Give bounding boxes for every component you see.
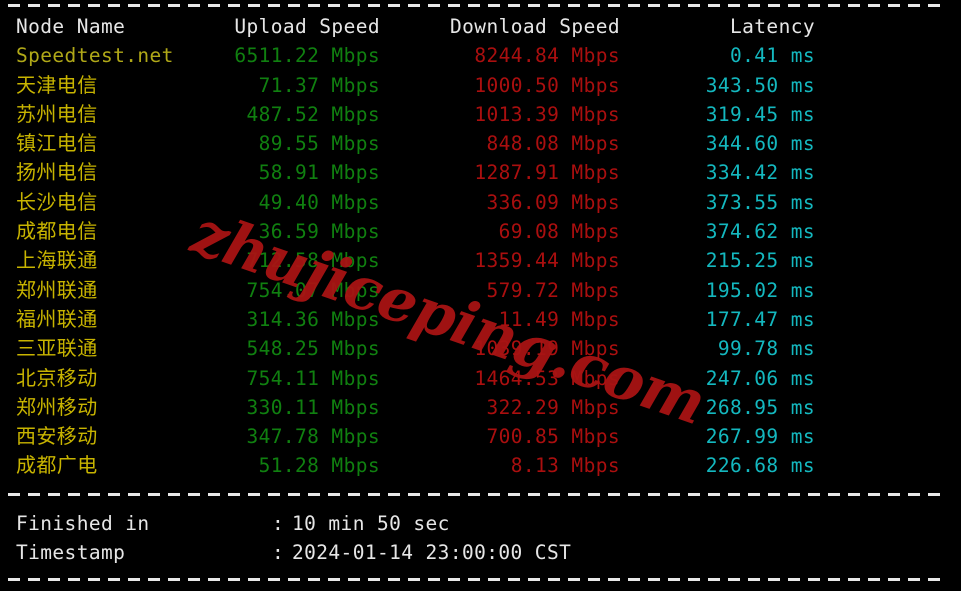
separator-middle — [8, 493, 948, 496]
row-download-speed: 700.85 Mbps — [486, 425, 620, 449]
row-download-speed: 1359.44 Mbps — [474, 249, 620, 273]
speedtest-results-table: Node Name Upload Speed Download Speed Laten… — [0, 12, 961, 481]
row-download-speed: 1287.91 Mbps — [474, 161, 620, 185]
row-latency: 334.42 ms — [705, 161, 815, 185]
table-header-row: Node Name Upload Speed Download Speed Laten… — [0, 12, 961, 41]
table-row: 镇江电信 89.55 Mbps 848.08 Mbps 344.60 ms — [0, 129, 961, 158]
row-latency: 374.62 ms — [705, 220, 815, 244]
row-download-speed: 579.72 Mbps — [486, 278, 620, 302]
row-latency: 343.50 ms — [705, 73, 815, 97]
row-download-speed: 8.13 Mbps — [510, 454, 620, 478]
table-row: 长沙电信 49.40 Mbps 336.09 Mbps 373.55 ms — [0, 188, 961, 217]
header-latency: Latency — [730, 15, 815, 38]
row-latency: 268.95 ms — [705, 395, 815, 419]
finished-in-colon: : — [272, 512, 285, 535]
table-row: 成都电信 36.59 Mbps 69.08 Mbps 374.62 ms — [0, 217, 961, 246]
table-row: 郑州移动 330.11 Mbps 322.29 Mbps 268.95 ms — [0, 393, 961, 422]
row-latency: 99.78 ms — [717, 337, 815, 361]
row-latency: 226.68 ms — [705, 454, 815, 478]
row-latency: 344.60 ms — [705, 132, 815, 156]
table-row: 北京移动 754.11 Mbps 1464.53 Mbps 247.06 ms — [0, 364, 961, 393]
row-latency: 177.47 ms — [705, 307, 815, 331]
terminal-window: Node Name Upload Speed Download Speed Laten… — [0, 0, 961, 591]
row-download-speed: 69.08 Mbps — [498, 220, 620, 244]
row-latency: 195.02 ms — [705, 278, 815, 302]
row-download-speed: 1039.19 Mbps — [474, 337, 620, 361]
row-download-speed: 1000.50 Mbps — [474, 73, 620, 97]
table-row: 郑州联通 754.07 Mbps 579.72 Mbps 195.02 ms — [0, 276, 961, 305]
table-row: 成都广电 51.28 Mbps 8.13 Mbps 226.68 ms — [0, 451, 961, 480]
table-row: 三亚联通 548.25 Mbps 1039.19 Mbps 99.78 ms — [0, 334, 961, 363]
row-latency: 247.06 ms — [705, 366, 815, 390]
separator-top — [8, 4, 948, 7]
row-download-speed: 1464.53 Mbps — [474, 366, 620, 390]
table-row: 扬州电信 58.91 Mbps 1287.91 Mbps 334.42 ms — [0, 158, 961, 187]
table-row: 天津电信 71.37 Mbps 1000.50 Mbps 343.50 ms — [0, 71, 961, 100]
row-download-speed: 11.49 Mbps — [498, 307, 620, 331]
timestamp-label: Timestamp — [16, 541, 126, 564]
row-latency: 267.99 ms — [705, 425, 815, 449]
table-row: 福州联通 314.36 Mbps 11.49 Mbps 177.47 ms — [0, 305, 961, 334]
row-download-speed: 848.08 Mbps — [486, 132, 620, 156]
table-row: Speedtest.net 6511.22 Mbps 8244.84 Mbps 0.4… — [0, 41, 961, 70]
table-row: 西安移动 347.78 Mbps 700.85 Mbps 267.99 ms — [0, 422, 961, 451]
table-row: 苏州电信 487.52 Mbps 1013.39 Mbps 319.45 ms — [0, 100, 961, 129]
row-latency: 319.45 ms — [705, 102, 815, 126]
finished-in-label: Finished in — [16, 512, 150, 535]
separator-bottom — [8, 578, 948, 581]
timestamp-value: 2024-01-14 23:00:00 CST — [292, 541, 572, 564]
row-download-speed: 8244.84 Mbps — [474, 44, 620, 68]
row-latency: 215.25 ms — [705, 249, 815, 273]
timestamp-colon: : — [272, 541, 285, 564]
table-row: 上海联通 712.58 Mbps 1359.44 Mbps 215.25 ms — [0, 246, 961, 275]
row-download-speed: 336.09 Mbps — [486, 190, 620, 214]
row-latency: 373.55 ms — [705, 190, 815, 214]
row-latency: 0.41 ms — [730, 44, 815, 68]
row-download-speed: 322.29 Mbps — [486, 395, 620, 419]
finished-in-value: 10 min 50 sec — [292, 512, 450, 535]
header-download-speed: Download Speed — [450, 15, 620, 38]
row-download-speed: 1013.39 Mbps — [474, 102, 620, 126]
